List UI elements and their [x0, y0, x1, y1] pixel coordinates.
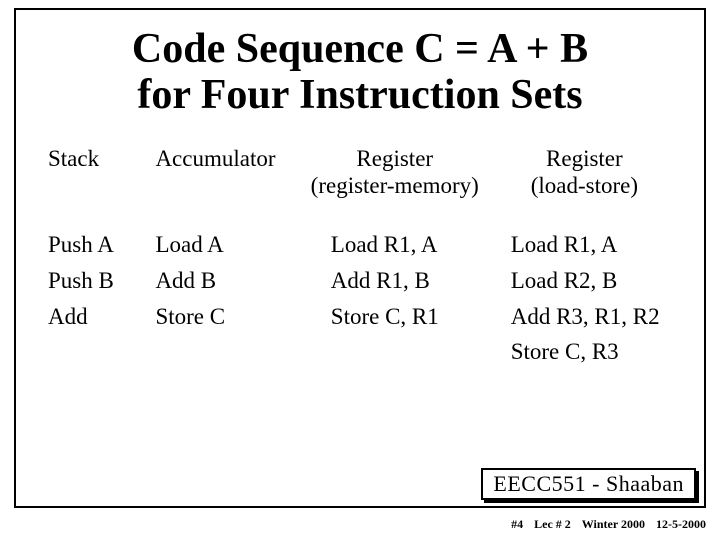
cell-stack: Push A Push B Add	[44, 227, 151, 370]
regmem-op-3: Store C, R1	[331, 299, 489, 335]
header-load-store: Register (load-store)	[493, 146, 676, 227]
regmem-op-2: Add R1, B	[331, 263, 489, 299]
loadstore-op-1: Load R1, A	[511, 227, 672, 263]
table-body-row: Push A Push B Add Load A Add B Store C L…	[44, 227, 676, 370]
loadstore-op-3: Add R3, R1, R2	[511, 299, 672, 335]
stack-op-1: Push A	[48, 227, 147, 263]
course-badge: EECC551 - Shaaban	[481, 468, 696, 500]
cell-accumulator: Load A Add B Store C	[151, 227, 296, 370]
cell-load-store: Load R1, A Load R2, B Add R3, R1, R2 Sto…	[493, 227, 676, 370]
header-register-memory: Register (register-memory)	[297, 146, 493, 227]
stack-op-3: Add	[48, 299, 147, 335]
table-header-row: Stack Accumulator Register (register-mem…	[44, 146, 676, 227]
header-loadstore-top: Register	[546, 146, 623, 171]
header-regmem-bot: (register-memory)	[311, 173, 479, 198]
title-line-2: for Four Instruction Sets	[44, 72, 676, 118]
loadstore-op-4: Store C, R3	[511, 334, 672, 370]
stack-op-2: Push B	[48, 263, 147, 299]
cell-register-memory: Load R1, A Add R1, B Store C, R1	[297, 227, 493, 370]
acc-op-3: Store C	[155, 299, 292, 335]
slide-title: Code Sequence C = A + B for Four Instruc…	[44, 26, 676, 118]
header-loadstore-bot: (load-store)	[531, 173, 638, 198]
slide-frame: Code Sequence C = A + B for Four Instruc…	[14, 8, 706, 508]
acc-op-1: Load A	[155, 227, 292, 263]
loadstore-op-2: Load R2, B	[511, 263, 672, 299]
slide-footer: #4 Lec # 2 Winter 2000 12-5-2000	[503, 517, 706, 532]
footer-lecture: Lec # 2	[534, 517, 571, 531]
footer-term: Winter 2000	[582, 517, 645, 531]
header-accumulator: Accumulator	[151, 146, 296, 227]
footer-page: #4	[511, 517, 523, 531]
regmem-op-1: Load R1, A	[331, 227, 489, 263]
acc-op-2: Add B	[155, 263, 292, 299]
header-regmem-top: Register	[356, 146, 433, 171]
header-stack: Stack	[44, 146, 151, 227]
instruction-sets-table: Stack Accumulator Register (register-mem…	[44, 146, 676, 369]
title-line-1: Code Sequence C = A + B	[44, 26, 676, 72]
footer-date: 12-5-2000	[656, 517, 706, 531]
